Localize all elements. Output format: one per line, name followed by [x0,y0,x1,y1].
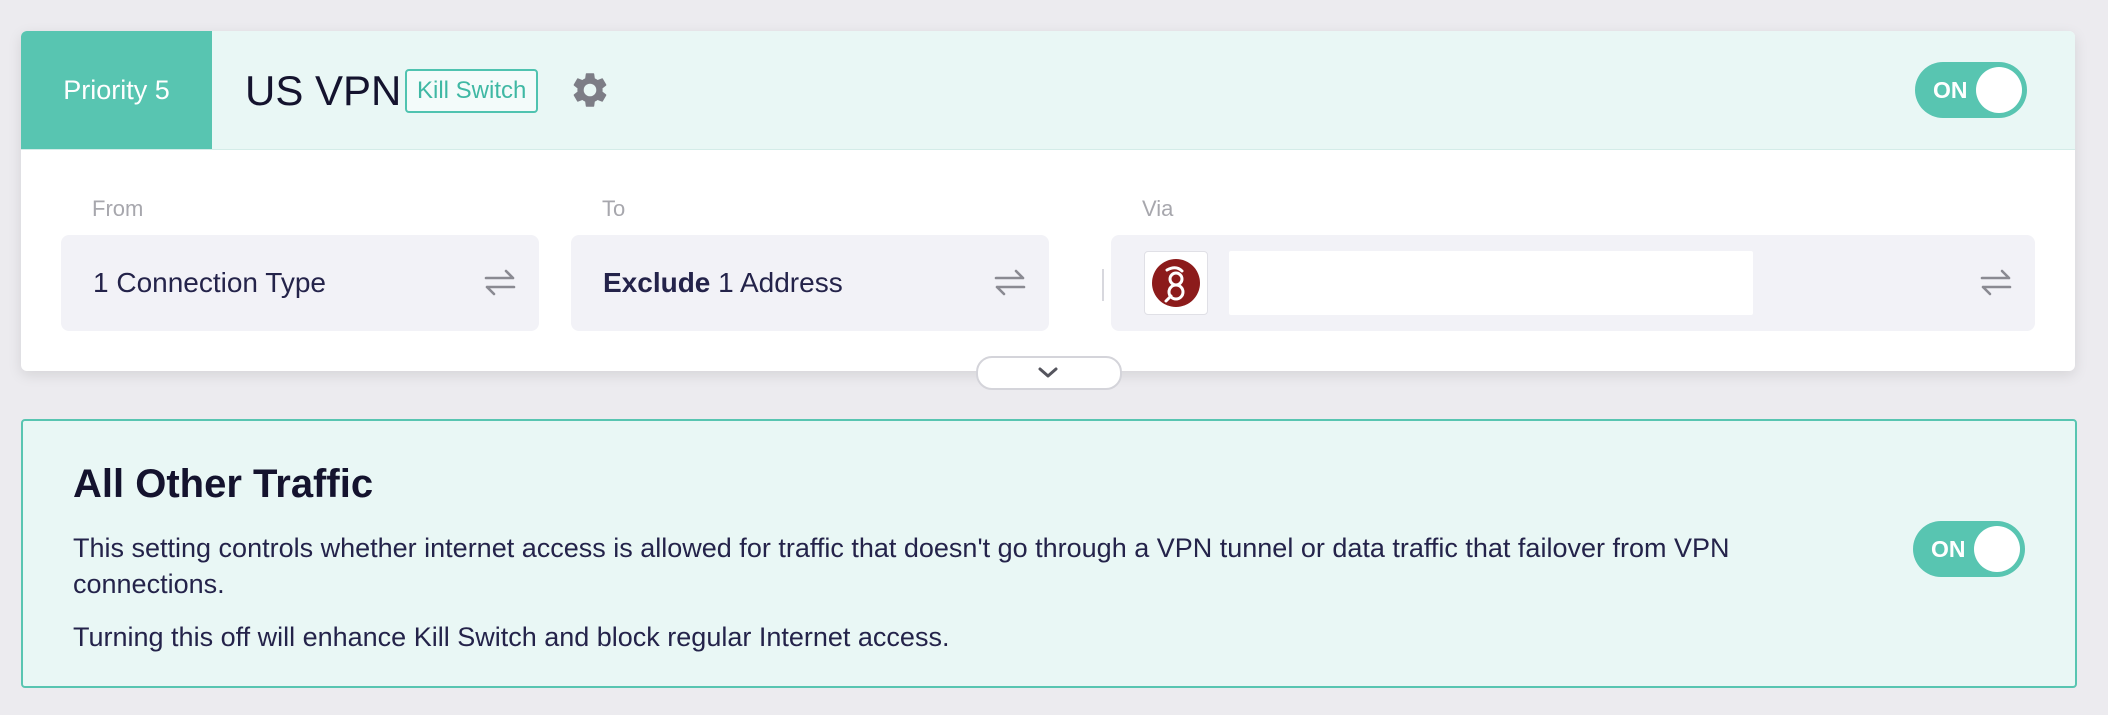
policy-header: Priority 5 US VPN Kill Switch [21,31,2075,150]
gear-icon[interactable] [569,69,611,111]
toggle-knob [1974,526,2020,572]
all-other-traffic-note: Turning this off will enhance Kill Switc… [73,622,950,652]
swap-arrows-icon [994,269,1026,296]
via-name-box [1229,251,1753,315]
all-other-traffic-toggle[interactable]: ON [1913,521,2025,577]
vpn-policy-card: Priority 5 US VPN Kill Switch ON From 1 … [21,31,2075,390]
via-label: Via [1142,196,1174,221]
wireguard-logo-icon [1144,251,1208,315]
policy-title: US VPN [245,67,402,114]
policy-toggle[interactable]: ON [1915,62,2027,118]
kill-switch-badge: Kill Switch [405,69,539,113]
to-value-count: 1 Address [710,267,843,298]
all-other-traffic-description: This setting controls whether internet a… [73,533,1730,599]
from-value: 1 Connection Type [93,267,326,298]
from-field[interactable]: 1 Connection Type [61,235,539,331]
chevron-down-icon [1038,367,1058,378]
to-field[interactable]: Exclude 1 Address [571,235,1049,331]
column-divider [1102,269,1104,301]
all-other-traffic-title: All Other Traffic [73,462,374,506]
all-other-traffic-toggle-label: ON [1931,536,1966,562]
to-label: To [602,196,626,221]
to-value-exclude: Exclude [603,267,711,298]
swap-arrows-icon [1980,269,2012,296]
all-other-traffic-card: All Other Traffic This setting controls … [21,419,2077,688]
policy-toggle-label: ON [1933,77,1968,103]
priority-badge: Priority 5 [21,31,212,149]
expand-button[interactable] [976,356,1122,390]
toggle-knob [1976,67,2022,113]
swap-arrows-icon [484,269,516,296]
to-value: Exclude 1 Address [603,235,843,331]
from-label: From [92,196,144,221]
